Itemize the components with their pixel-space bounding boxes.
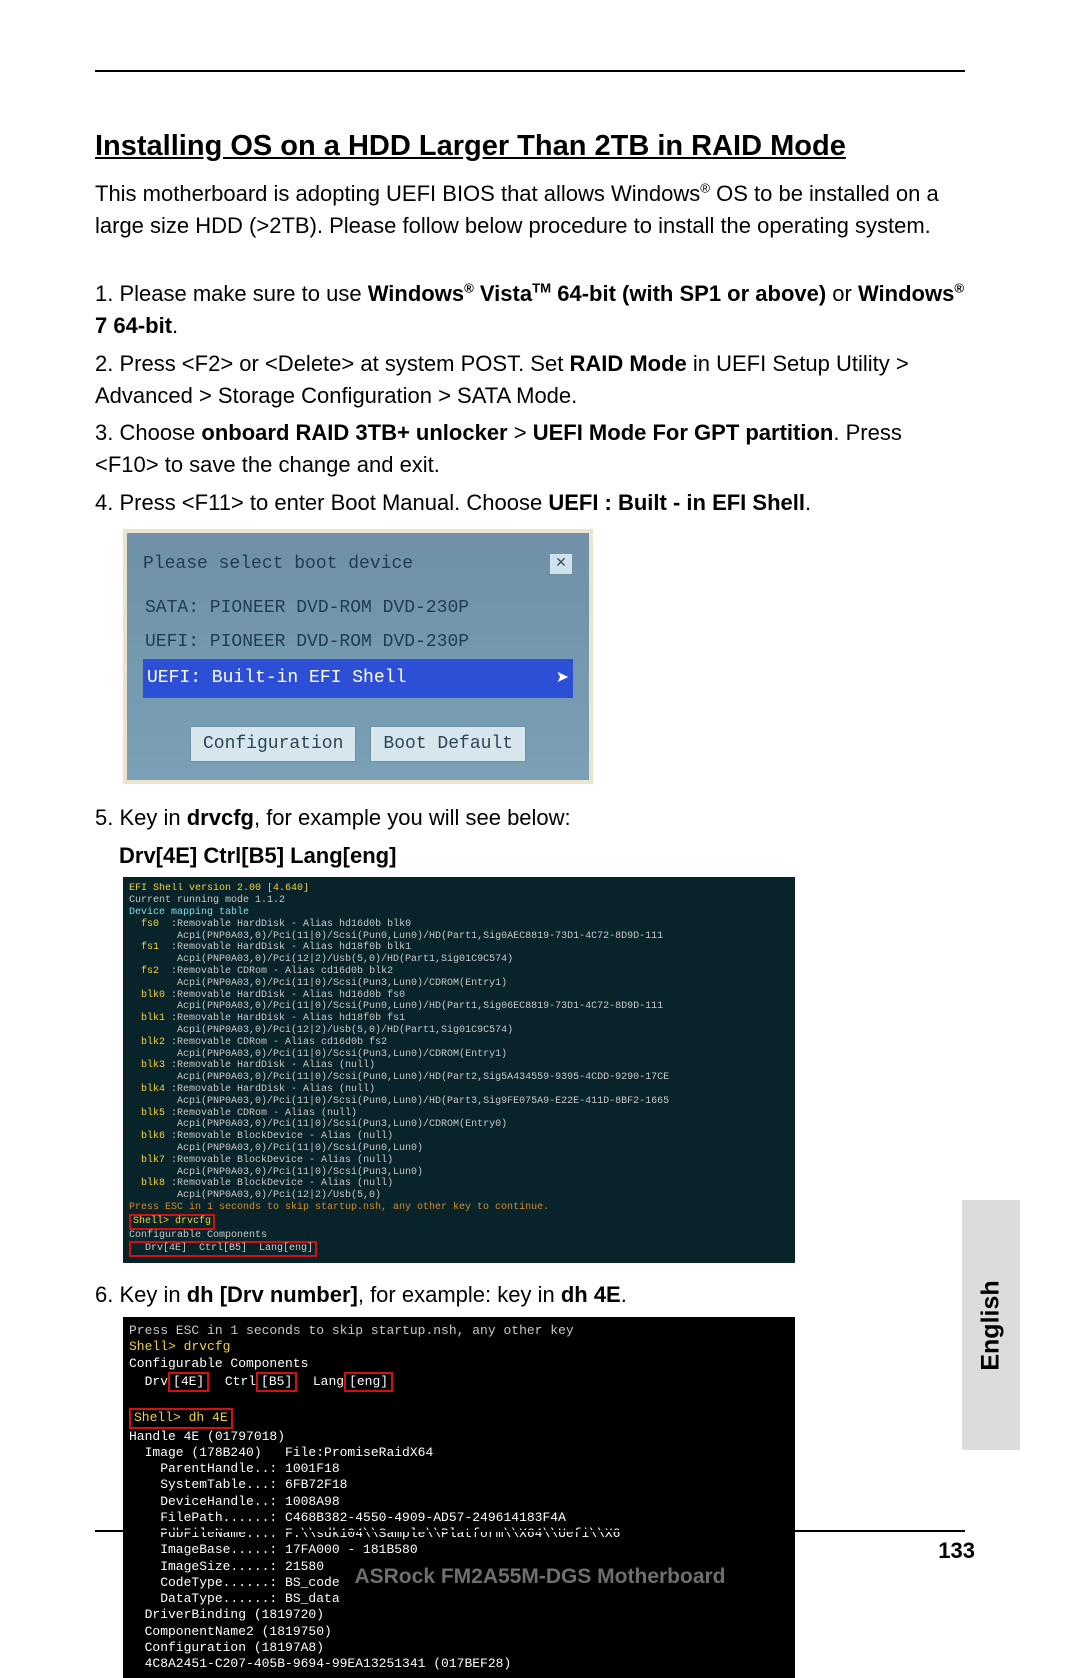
top-rule	[95, 70, 965, 72]
step-3: 3. Choose onboard RAID 3TB+ unlocker > U…	[95, 417, 965, 481]
step-2: 2. Press <F2> or <Delete> at system POST…	[95, 348, 965, 412]
drvcfg-shell-text: EFI Shell version 2.00 [4.640] Current r…	[129, 883, 789, 1257]
dh-shell-text: Press ESC in 1 seconds to skip startup.n…	[129, 1323, 789, 1672]
footer-rule	[95, 1530, 965, 1532]
boot-item-2-label: UEFI: Built-in EFI Shell	[147, 665, 406, 691]
step-6: 6. Key in dh [Drv number], for example: …	[95, 1279, 965, 1311]
document-page: Installing OS on a HDD Larger Than 2TB i…	[95, 70, 965, 1678]
footer-brand: ASRock FM2A55M-DGS Motherboard	[0, 1565, 1080, 1589]
drvcfg-shell-figure: EFI Shell version 2.00 [4.640] Current r…	[123, 877, 795, 1263]
language-tab: English	[962, 1200, 1020, 1450]
step-5: 5. Key in drvcfg, for example you will s…	[95, 802, 965, 834]
step-1: 1. Please make sure to use Windows® Vist…	[95, 278, 965, 342]
steps-list: 1. Please make sure to use Windows® Vist…	[95, 278, 965, 1678]
boot-item-0: SATA: PIONEER DVD-ROM DVD-230P	[143, 591, 573, 625]
step-5-result: Drv[4E] Ctrl[B5] Lang[eng]	[119, 840, 965, 872]
boot-device-title-row: Please select boot device ✕	[143, 551, 573, 577]
language-tab-label: English	[977, 1280, 1006, 1370]
step-4: 4. Press <F11> to enter Boot Manual. Cho…	[95, 487, 965, 519]
close-icon: ✕	[549, 553, 573, 575]
boot-device-title: Please select boot device	[143, 551, 413, 577]
dh-shell-figure: Press ESC in 1 seconds to skip startup.n…	[123, 1317, 795, 1678]
boot-buttons: Configuration Boot Default	[143, 726, 573, 762]
section-title: Installing OS on a HDD Larger Than 2TB i…	[95, 127, 965, 166]
intro-paragraph: This motherboard is adopting UEFI BIOS t…	[95, 178, 965, 242]
boot-device-figure: Please select boot device ✕ SATA: PIONEE…	[123, 529, 593, 783]
cursor-icon: ➤	[556, 667, 569, 690]
boot-item-1: UEFI: PIONEER DVD-ROM DVD-230P	[143, 625, 573, 659]
boot-default-button: Boot Default	[370, 726, 526, 762]
boot-item-2-selected: UEFI: Built-in EFI Shell ➤	[143, 659, 573, 697]
configuration-button: Configuration	[190, 726, 356, 762]
page-number: 133	[938, 1538, 975, 1564]
